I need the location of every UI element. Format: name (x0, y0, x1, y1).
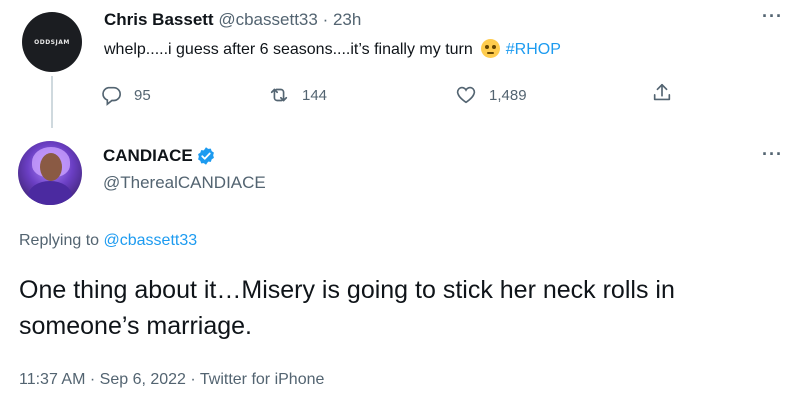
parent-tweet-text-main: whelp.....i guess after 6 seasons....it’… (104, 41, 473, 58)
reply-button[interactable]: 95 (100, 84, 151, 106)
hashtag-link[interactable]: #RHOP (506, 41, 561, 58)
avatar-body (28, 181, 72, 205)
more-icon[interactable]: ··· (762, 6, 783, 27)
avatar-candiace[interactable] (18, 141, 82, 205)
meta-separator: · (190, 371, 196, 388)
like-button[interactable]: 1,489 (455, 84, 527, 106)
parent-author-handle[interactable]: @cbassett33 (218, 10, 317, 29)
avatar-logo: ODDSJAM (34, 38, 70, 46)
retweet-button[interactable]: 144 (268, 84, 327, 106)
tweet-date[interactable]: Sep 6, 2022 (100, 371, 186, 388)
share-icon (653, 83, 671, 101)
reply-icon (102, 86, 121, 106)
avatar-chris-bassett[interactable]: ODDSJAM (22, 12, 82, 72)
tweet-meta: 11:37 AM · Sep 6, 2022 · Twitter for iPh… (19, 371, 324, 389)
header-separator: · (322, 10, 329, 29)
parent-tweet-header: Chris Bassett @cbassett33 · 23h (104, 10, 361, 30)
avatar-face (40, 153, 62, 181)
replying-to: Replying to @cbassett33 (19, 232, 197, 250)
tweet-time[interactable]: 11:37 AM (19, 371, 85, 388)
parent-tweet-time[interactable]: 23h (333, 10, 361, 29)
like-count: 1,489 (489, 86, 527, 104)
tweet-source[interactable]: Twitter for iPhone (200, 371, 325, 388)
main-tweet-text: One thing about it…Misery is going to st… (19, 276, 675, 340)
parent-tweet-text: whelp.....i guess after 6 seasons....it’… (104, 39, 561, 59)
more-icon[interactable]: ··· (762, 144, 783, 165)
reply-count: 95 (134, 86, 151, 104)
main-author-handle[interactable]: @TherealCANDIACE (103, 173, 266, 193)
retweet-count: 144 (302, 86, 328, 104)
parent-author-name[interactable]: Chris Bassett (104, 10, 214, 29)
heart-icon (456, 86, 476, 104)
main-author-name-row[interactable]: CANDIACE (103, 146, 216, 166)
replying-prefix: Replying to (19, 232, 100, 249)
face-with-rolling-eyes-icon (480, 39, 500, 58)
thread-line (51, 76, 53, 128)
replying-mention-link[interactable]: @cbassett33 (104, 232, 198, 249)
verified-badge-icon (197, 147, 214, 165)
share-button[interactable] (651, 82, 685, 104)
retweet-icon (270, 88, 288, 102)
main-author-name[interactable]: CANDIACE (103, 146, 193, 166)
meta-separator: · (89, 371, 96, 388)
